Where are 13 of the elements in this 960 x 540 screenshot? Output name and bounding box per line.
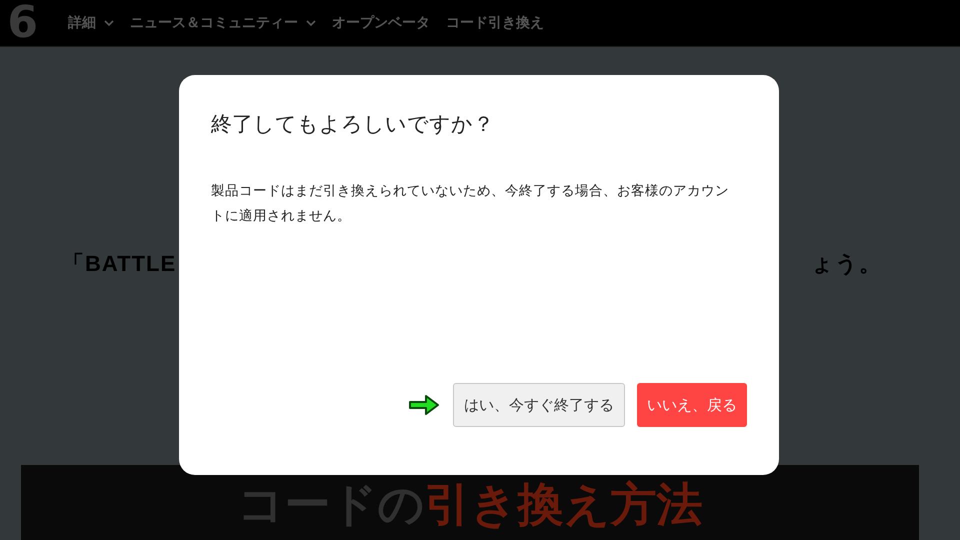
page-heading: ょう。 <box>811 250 882 278</box>
nav-link[interactable]: コード引き換え <box>446 12 544 34</box>
confirm-button[interactable]: はい、今すぐ終了する <box>453 383 625 427</box>
page-heading: 「BATTLE <box>62 250 176 278</box>
nav-link[interactable]: ニュース＆コミュニティー <box>130 12 316 34</box>
nav-link[interactable]: オープンベータ <box>332 12 430 34</box>
dialog-title: 終了してもよろしいですか？ <box>211 111 495 138</box>
cancel-button[interactable]: いいえ、戻る <box>637 383 747 427</box>
nav-link[interactable]: 詳細 <box>68 12 114 34</box>
logo[interactable]: 6 <box>0 1 56 45</box>
banner-title: 引き換え方法 <box>424 481 702 533</box>
arrow-right-icon <box>407 393 441 417</box>
dialog-message: 製品コードはまだ引き換えられていないため、今終了する場合、お客様のアカウントに適用されません。 <box>211 182 730 226</box>
